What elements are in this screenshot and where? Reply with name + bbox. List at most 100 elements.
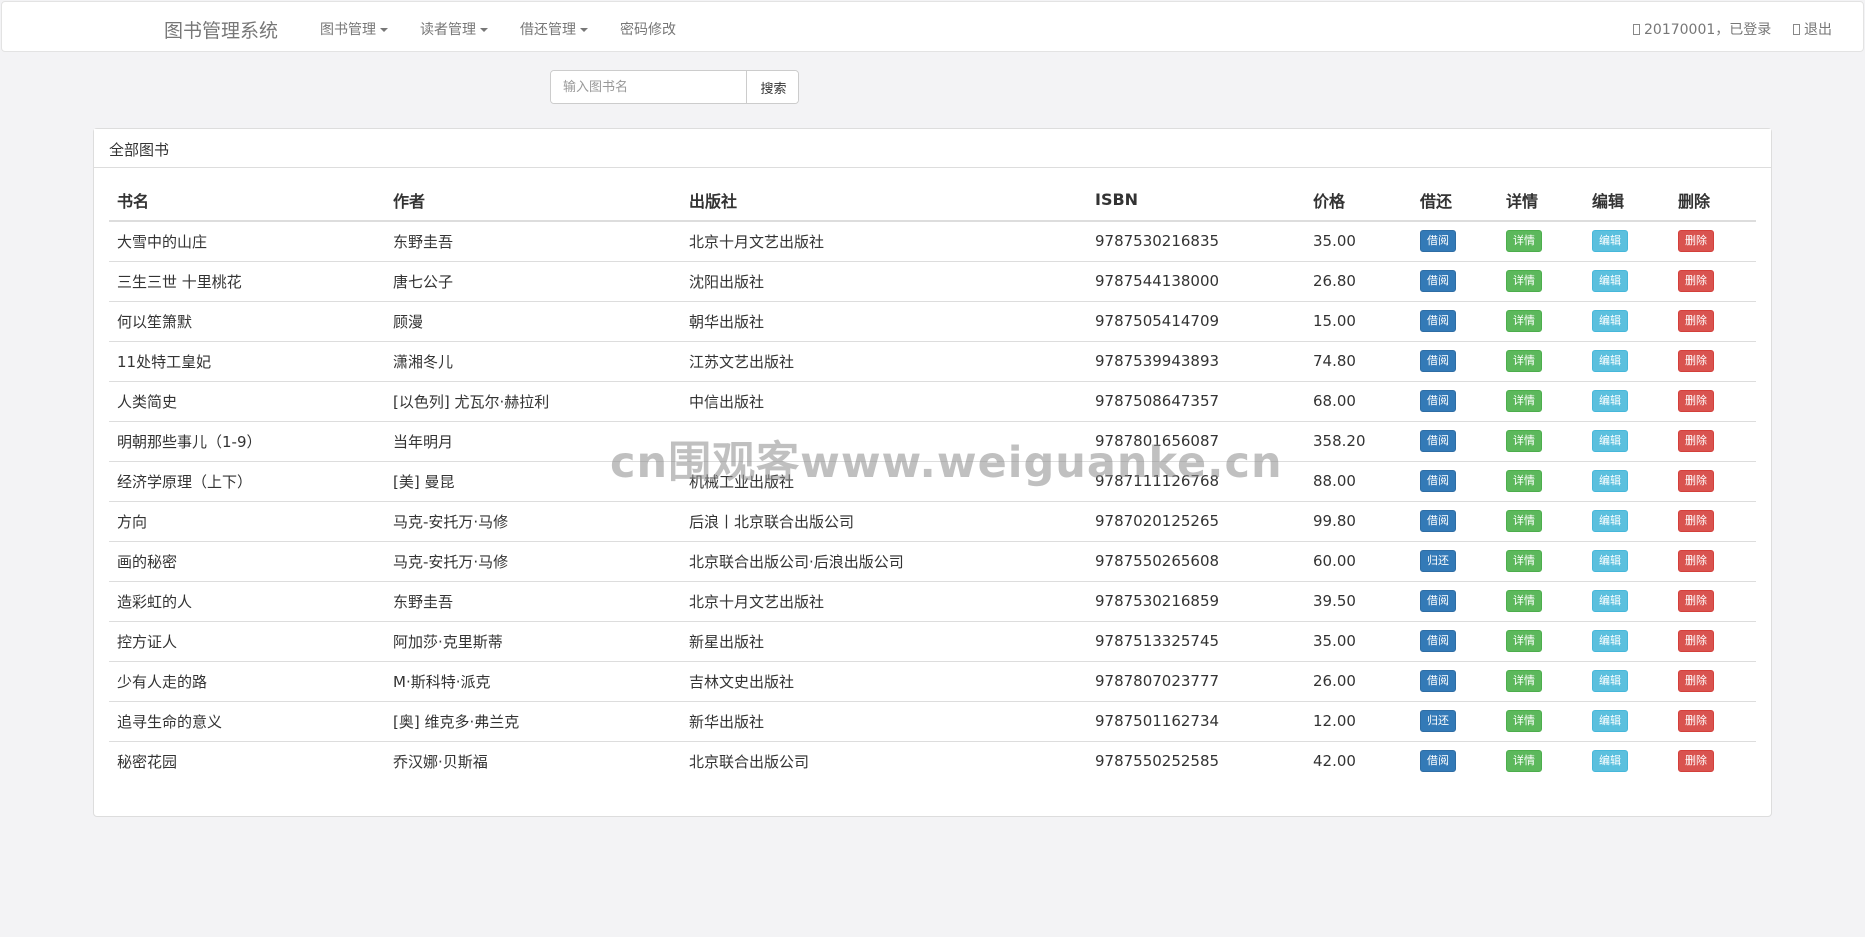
table-row: 何以笙箫默 顾漫 朝华出版社 9787505414709 15.00 借阅 详情 编辑 删除 xyxy=(109,300,1756,341)
delete-button[interactable]: 删除 xyxy=(1678,470,1714,492)
borrow-return-button[interactable]: 借阅 xyxy=(1420,230,1456,253)
delete-button[interactable]: 删除 xyxy=(1678,590,1714,612)
book-isbn-cell: 9787550252585 xyxy=(1087,740,1305,781)
books-panel: 全部图书 书名 作者 出版社 ISBN 价格 借还 详情 编辑 删除 大雪中的山… xyxy=(93,128,1772,817)
detail-button[interactable]: 详情 xyxy=(1506,390,1542,412)
brand-title[interactable]: 图书管理系统 xyxy=(164,16,278,43)
delete-button[interactable]: 删除 xyxy=(1678,270,1714,292)
book-author-cell: [美] 曼昆 xyxy=(385,460,681,501)
edit-button[interactable]: 编辑 xyxy=(1592,470,1628,492)
book-publisher-cell: 新华出版社 xyxy=(681,700,1087,741)
delete-button[interactable]: 删除 xyxy=(1678,630,1714,652)
user-status[interactable]: 20170001，已登录 xyxy=(1633,19,1771,39)
edit-button[interactable]: 编辑 xyxy=(1592,310,1628,332)
borrow-return-button[interactable]: 借阅 xyxy=(1420,630,1456,652)
book-price-cell: 358.20 xyxy=(1305,420,1412,461)
nav-reader-management[interactable]: 读者管理 xyxy=(420,19,488,39)
book-title-cell: 人类简史 xyxy=(109,380,385,421)
detail-button[interactable]: 详情 xyxy=(1506,750,1542,773)
edit-button[interactable]: 编辑 xyxy=(1592,670,1628,692)
edit-button[interactable]: 编辑 xyxy=(1592,510,1628,532)
detail-button[interactable]: 详情 xyxy=(1506,590,1542,612)
detail-button[interactable]: 详情 xyxy=(1506,430,1542,452)
delete-cell: 删除 xyxy=(1670,221,1756,261)
delete-button[interactable]: 删除 xyxy=(1678,310,1714,332)
header-publisher: 出版社 xyxy=(681,179,1087,222)
delete-button[interactable]: 删除 xyxy=(1678,430,1714,452)
book-isbn-cell: 9787530216859 xyxy=(1087,580,1305,621)
edit-cell: 编辑 xyxy=(1584,500,1670,541)
delete-button[interactable]: 删除 xyxy=(1678,350,1714,372)
detail-button[interactable]: 详情 xyxy=(1506,670,1542,692)
delete-button[interactable]: 删除 xyxy=(1678,670,1714,692)
borrow-return-cell: 借阅 xyxy=(1412,660,1498,701)
book-price-cell: 35.00 xyxy=(1305,620,1412,661)
search-button[interactable]: 搜索 xyxy=(746,71,798,103)
detail-button[interactable]: 详情 xyxy=(1506,630,1542,652)
borrow-return-button[interactable]: 借阅 xyxy=(1420,590,1456,612)
logout-link[interactable]: 退出 xyxy=(1793,19,1832,39)
detail-button[interactable]: 详情 xyxy=(1506,230,1542,253)
borrow-return-button[interactable]: 借阅 xyxy=(1420,310,1456,332)
borrow-return-button[interactable]: 借阅 xyxy=(1420,510,1456,532)
detail-cell: 详情 xyxy=(1498,260,1584,301)
book-price-cell: 26.00 xyxy=(1305,660,1412,701)
book-author-cell: 当年明月 xyxy=(385,420,681,461)
edit-button[interactable]: 编辑 xyxy=(1592,590,1628,612)
book-publisher-cell: 后浪丨北京联合出版公司 xyxy=(681,500,1087,541)
detail-button[interactable]: 详情 xyxy=(1506,350,1542,372)
table-row: 画的秘密 马克-安托万·马修 北京联合出版公司·后浪出版公司 978755026560… xyxy=(109,540,1756,581)
detail-button[interactable]: 详情 xyxy=(1506,710,1542,732)
book-author-cell: 马克-安托万·马修 xyxy=(385,500,681,541)
book-price-cell: 60.00 xyxy=(1305,540,1412,581)
borrow-return-button[interactable]: 借阅 xyxy=(1420,390,1456,412)
delete-cell: 删除 xyxy=(1670,500,1756,541)
borrow-return-button[interactable]: 借阅 xyxy=(1420,430,1456,452)
borrow-return-button[interactable]: 借阅 xyxy=(1420,670,1456,692)
borrow-return-button[interactable]: 归还 xyxy=(1420,550,1456,572)
nav-book-management[interactable]: 图书管理 xyxy=(320,19,388,39)
edit-button[interactable]: 编辑 xyxy=(1592,350,1628,372)
book-title-cell: 11处特工皇妃 xyxy=(109,340,385,381)
borrow-return-button[interactable]: 借阅 xyxy=(1420,470,1456,492)
edit-button[interactable]: 编辑 xyxy=(1592,550,1628,572)
edit-button[interactable]: 编辑 xyxy=(1592,750,1628,773)
detail-button[interactable]: 详情 xyxy=(1506,270,1542,292)
edit-button[interactable]: 编辑 xyxy=(1592,430,1628,452)
nav-borrow-management[interactable]: 借还管理 xyxy=(520,19,588,39)
edit-button[interactable]: 编辑 xyxy=(1592,390,1628,412)
edit-button[interactable]: 编辑 xyxy=(1592,710,1628,732)
edit-cell: 编辑 xyxy=(1584,380,1670,421)
delete-button[interactable]: 删除 xyxy=(1678,510,1714,532)
delete-cell: 删除 xyxy=(1670,340,1756,381)
borrow-return-cell: 借阅 xyxy=(1412,340,1498,381)
books-table: 书名 作者 出版社 ISBN 价格 借还 详情 编辑 删除 大雪中的山庄 东野圭吾… xyxy=(109,179,1756,781)
detail-button[interactable]: 详情 xyxy=(1506,550,1542,572)
edit-button[interactable]: 编辑 xyxy=(1592,230,1628,253)
edit-button[interactable]: 编辑 xyxy=(1592,270,1628,292)
edit-button[interactable]: 编辑 xyxy=(1592,630,1628,652)
book-author-cell: [以色列] 尤瓦尔·赫拉利 xyxy=(385,380,681,421)
delete-button[interactable]: 删除 xyxy=(1678,550,1714,572)
borrow-return-button[interactable]: 借阅 xyxy=(1420,750,1456,773)
edit-cell: 编辑 xyxy=(1584,221,1670,261)
delete-button[interactable]: 删除 xyxy=(1678,390,1714,412)
table-row: 11处特工皇妃 潇湘冬儿 江苏文艺出版社 9787539943893 74.80 借阅 详情… xyxy=(109,340,1756,381)
detail-button[interactable]: 详情 xyxy=(1506,310,1542,332)
delete-button[interactable]: 删除 xyxy=(1678,230,1714,253)
edit-cell: 编辑 xyxy=(1584,580,1670,621)
detail-button[interactable]: 详情 xyxy=(1506,510,1542,532)
borrow-return-button[interactable]: 借阅 xyxy=(1420,350,1456,372)
borrow-return-cell: 归还 xyxy=(1412,700,1498,741)
book-author-cell: M·斯科特·派克 xyxy=(385,660,681,701)
delete-button[interactable]: 删除 xyxy=(1678,710,1714,732)
borrow-return-button[interactable]: 借阅 xyxy=(1420,270,1456,292)
delete-button[interactable]: 删除 xyxy=(1678,750,1714,773)
header-isbn: ISBN xyxy=(1087,179,1305,222)
nav-password-change[interactable]: 密码修改 xyxy=(620,19,676,39)
book-author-cell: [奥] 维克多·弗兰克 xyxy=(385,700,681,741)
detail-button[interactable]: 详情 xyxy=(1506,470,1542,492)
search-input[interactable] xyxy=(551,71,746,103)
book-isbn-cell: 9787111126768 xyxy=(1087,460,1305,501)
borrow-return-button[interactable]: 归还 xyxy=(1420,710,1456,732)
